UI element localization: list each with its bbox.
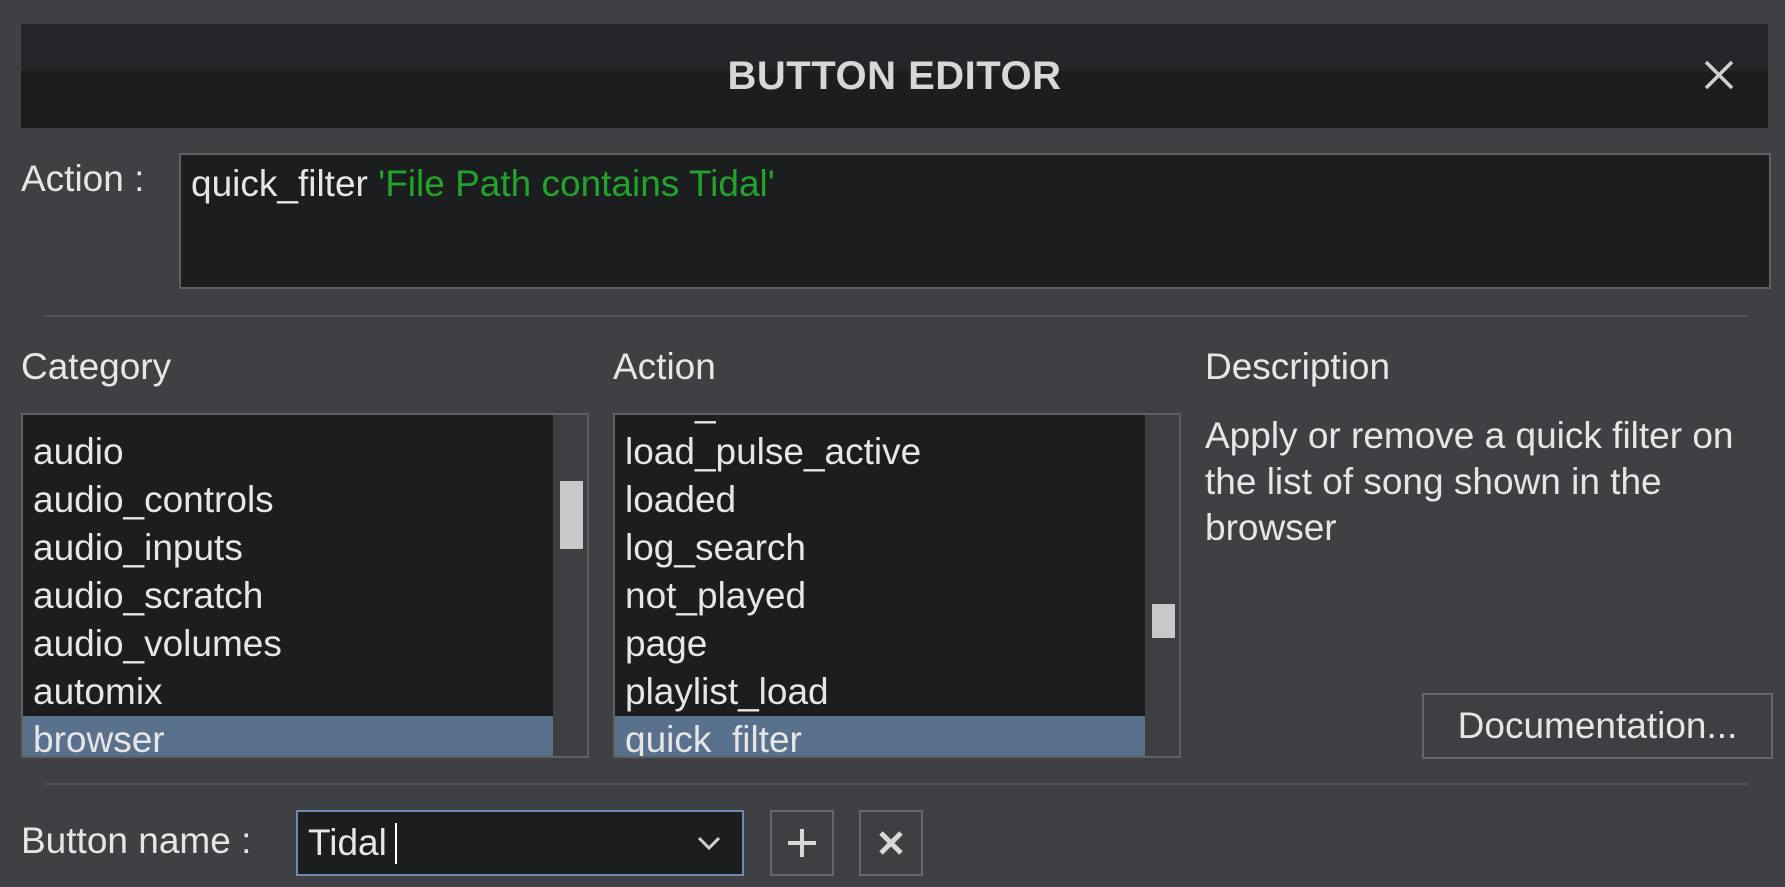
category-item-audio-volumes[interactable]: audio_volumes (23, 620, 553, 668)
description-heading: Description (1205, 346, 1391, 387)
action-item-partial[interactable]: _ (615, 415, 1145, 428)
action-command-text: quick_filter (191, 163, 368, 204)
add-button[interactable] (770, 810, 834, 876)
action-item-not-played[interactable]: not_played (615, 572, 1145, 620)
action-scrollbar[interactable] (1145, 415, 1179, 756)
category-list: audio audio_controls audio_inputs audio_… (23, 415, 553, 756)
description-text: Apply or remove a quick filter on the li… (1205, 415, 1734, 548)
action-listbox[interactable]: _ load_pulse_active loaded log_search no… (613, 413, 1181, 758)
documentation-button[interactable]: Documentation... (1422, 693, 1773, 759)
category-listbox[interactable]: audio audio_controls audio_inputs audio_… (21, 413, 589, 758)
button-name-value: Tidal (308, 822, 387, 863)
action-item-log-search[interactable]: log_search (615, 524, 1145, 572)
close-icon[interactable] (1700, 56, 1738, 94)
category-heading: Category (21, 346, 172, 387)
action-item-quick-filter[interactable]: quick_filter (615, 716, 1145, 756)
dialog-titlebar: BUTTON EDITOR (21, 24, 1768, 128)
plus-icon (788, 829, 816, 857)
button-name-combobox[interactable]: Tidal (296, 810, 744, 876)
category-item-audio[interactable]: audio (23, 428, 553, 476)
category-item-audio-inputs[interactable]: audio_inputs (23, 524, 553, 572)
category-item-audio-controls[interactable]: audio_controls (23, 476, 553, 524)
divider-top (45, 315, 1748, 317)
action-scrollbar-thumb[interactable] (1152, 604, 1175, 638)
category-item-audio-scratch[interactable]: audio_scratch (23, 572, 553, 620)
category-scrollbar-thumb[interactable] (560, 481, 583, 549)
category-scrollbar[interactable] (553, 415, 587, 756)
dialog-title: BUTTON EDITOR (727, 54, 1062, 98)
action-script-field[interactable]: quick_filter 'File Path contains Tidal' (179, 153, 1771, 289)
category-item-automix[interactable]: automix (23, 668, 553, 716)
action-item-page[interactable]: page (615, 620, 1145, 668)
action-heading: Action (613, 346, 716, 387)
delete-icon (879, 831, 903, 855)
action-item-loaded[interactable]: loaded (615, 476, 1145, 524)
action-list: _ load_pulse_active loaded log_search no… (615, 415, 1145, 756)
text-caret (395, 823, 397, 864)
action-item-playlist-load[interactable]: playlist_load (615, 668, 1145, 716)
delete-button[interactable] (859, 810, 923, 876)
action-item-load-pulse-active[interactable]: load_pulse_active (615, 428, 1145, 476)
action-label: Action : (21, 158, 145, 199)
action-argument-text: 'File Path contains Tidal' (378, 163, 775, 204)
divider-bottom (45, 783, 1748, 785)
chevron-down-icon[interactable] (696, 832, 722, 854)
button-name-label: Button name : (21, 820, 252, 861)
category-item-browser[interactable]: browser (23, 716, 553, 756)
